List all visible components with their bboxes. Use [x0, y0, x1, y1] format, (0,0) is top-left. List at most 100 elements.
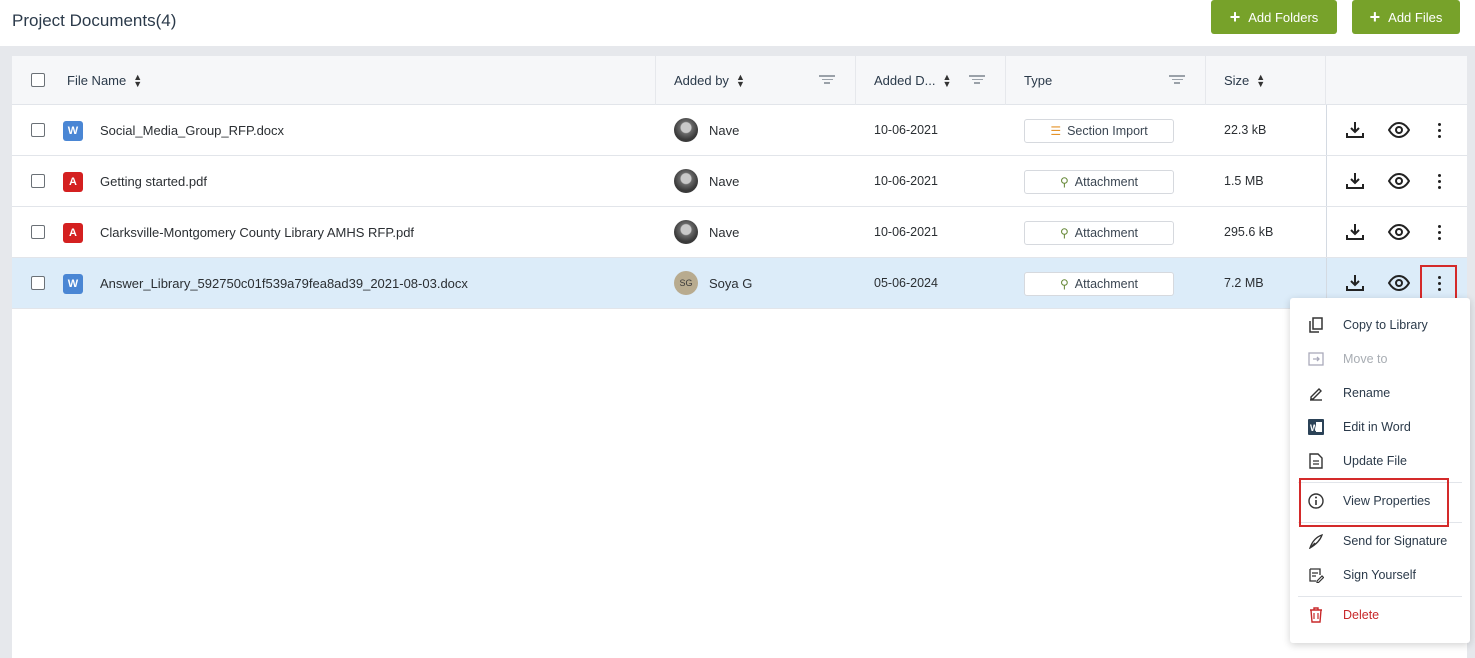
copy-icon: [1308, 317, 1324, 333]
column-divider: [1325, 56, 1326, 105]
actions-divider: [1326, 156, 1327, 206]
word-icon: W: [1308, 419, 1324, 435]
column-header-added-date[interactable]: Added D... ▲ ▼: [874, 56, 951, 105]
row-checkbox[interactable]: [31, 276, 45, 290]
actions-divider: [1326, 207, 1327, 257]
documents-table: File Name ▲ ▼ Added by ▲ ▼ Added D... ▲ ▼ T…: [12, 56, 1467, 658]
word-file-icon: W: [63, 121, 83, 141]
avatar: SG: [674, 271, 698, 295]
context-menu: Copy to Library Move to Rename W Edit in…: [1290, 298, 1470, 643]
download-icon[interactable]: [1343, 271, 1367, 295]
column-label: Added D...: [874, 73, 936, 88]
move-icon: [1308, 351, 1324, 367]
menu-item-label: Send for Signature: [1343, 534, 1448, 548]
avatar: [674, 220, 698, 244]
table-header: File Name ▲ ▼ Added by ▲ ▼ Added D... ▲ ▼ T…: [12, 56, 1467, 105]
select-all-checkbox[interactable]: [31, 73, 45, 87]
paperclip-icon: ⚲: [1059, 226, 1069, 240]
added-date: 10-06-2021: [874, 123, 938, 137]
column-label: Type: [1024, 73, 1053, 88]
actions-divider: [1326, 105, 1327, 155]
table-row[interactable]: W Social_Media_Group_RFP.docx Nave 10-06…: [12, 105, 1467, 156]
menu-item-label: Delete: [1343, 608, 1380, 622]
column-divider: [1005, 56, 1006, 105]
type-label: Attachment: [1074, 175, 1139, 189]
row-checkbox[interactable]: [31, 225, 45, 239]
filter-icon[interactable]: [1169, 73, 1185, 87]
menu-item-sign-yourself[interactable]: Sign Yourself: [1290, 560, 1470, 590]
column-divider: [855, 56, 856, 105]
pdf-file-icon: A: [63, 172, 83, 192]
column-label: File Name: [67, 73, 127, 88]
column-label: Added by: [674, 73, 729, 88]
eye-icon[interactable]: [1387, 271, 1411, 295]
menu-item-edit-in-word[interactable]: W Edit in Word: [1290, 412, 1470, 442]
download-icon[interactable]: [1343, 220, 1367, 244]
menu-item-label: Rename: [1343, 386, 1391, 400]
add-folders-button[interactable]: + Add Folders: [1211, 0, 1337, 34]
add-files-button[interactable]: + Add Files: [1352, 0, 1460, 34]
more-options-icon[interactable]: [1427, 220, 1451, 244]
column-header-size[interactable]: Size ▲ ▼: [1224, 56, 1265, 105]
add-folders-label: Add Folders: [1248, 9, 1319, 25]
eye-icon[interactable]: [1387, 169, 1411, 193]
column-divider: [1205, 56, 1206, 105]
more-options-icon[interactable]: [1427, 169, 1451, 193]
column-header-added-by[interactable]: Added by ▲ ▼: [674, 56, 745, 105]
menu-item-rename[interactable]: Rename: [1290, 378, 1470, 408]
sort-icon[interactable]: ▲ ▼: [1256, 72, 1265, 88]
file-size: 7.2 MB: [1224, 276, 1264, 290]
file-name[interactable]: Social_Media_Group_RFP.docx: [100, 105, 284, 155]
table-row[interactable]: A Getting started.pdf Nave 10-06-2021 ⚲ …: [12, 156, 1467, 207]
trash-icon: [1308, 607, 1324, 623]
page-title: Project Documents(4): [12, 11, 177, 30]
type-badge: ⚲ Attachment: [1024, 170, 1174, 194]
plus-icon: +: [1229, 7, 1241, 27]
word-file-icon: W: [63, 274, 83, 294]
pdf-file-icon: A: [63, 223, 83, 243]
type-badge: ☰ Section Import: [1024, 119, 1174, 143]
plus-icon: +: [1369, 7, 1381, 27]
menu-item-label: Update File: [1343, 454, 1407, 468]
file-name[interactable]: Answer_Library_592750c01f539a79fea8ad39_…: [100, 258, 468, 308]
menu-item-copy-to-library[interactable]: Copy to Library: [1290, 310, 1470, 340]
type-label: Attachment: [1074, 226, 1139, 240]
menu-item-label: Move to: [1343, 352, 1388, 366]
menu-item-delete[interactable]: Delete: [1290, 600, 1470, 630]
added-by: Nave: [709, 224, 740, 240]
type-label: Section Import: [1067, 124, 1148, 138]
filter-icon[interactable]: [819, 73, 835, 87]
menu-item-update-file[interactable]: Update File: [1290, 446, 1470, 476]
download-icon[interactable]: [1343, 169, 1367, 193]
type-badge: ⚲ Attachment: [1024, 221, 1174, 245]
sort-icon[interactable]: ▲ ▼: [133, 72, 142, 88]
section-import-icon: ☰: [1050, 124, 1062, 138]
row-checkbox[interactable]: [31, 174, 45, 188]
top-bar: Project Documents(4) + Add Folders + Add…: [0, 0, 1475, 46]
added-by: Nave: [709, 173, 740, 189]
file-name[interactable]: Getting started.pdf: [100, 156, 207, 206]
column-label: Size: [1224, 73, 1250, 88]
view-properties-highlight: [1299, 478, 1449, 527]
filter-icon[interactable]: [969, 73, 985, 87]
sort-icon[interactable]: ▲ ▼: [942, 72, 951, 88]
row-checkbox[interactable]: [31, 123, 45, 137]
file-size: 1.5 MB: [1224, 174, 1264, 188]
sort-icon[interactable]: ▲ ▼: [736, 72, 745, 88]
eye-icon[interactable]: [1387, 118, 1411, 142]
more-options-icon[interactable]: [1427, 118, 1451, 142]
column-header-type[interactable]: Type: [1024, 56, 1052, 105]
added-by: Soya G: [709, 275, 753, 291]
eye-icon[interactable]: [1387, 220, 1411, 244]
menu-item-send-for-signature[interactable]: Send for Signature: [1290, 526, 1470, 556]
file-name[interactable]: Clarksville-Montgomery County Library AM…: [100, 207, 414, 257]
pencil-icon: [1308, 385, 1324, 401]
table-row-selected[interactable]: W Answer_Library_592750c01f539a79fea8ad3…: [12, 258, 1467, 309]
file-size: 22.3 kB: [1224, 123, 1267, 137]
added-date: 10-06-2021: [874, 225, 938, 239]
column-header-file-name[interactable]: File Name ▲ ▼: [67, 56, 142, 105]
download-icon[interactable]: [1343, 118, 1367, 142]
table-row[interactable]: A Clarksville-Montgomery County Library …: [12, 207, 1467, 258]
type-badge: ⚲ Attachment: [1024, 272, 1174, 296]
add-files-label: Add Files: [1388, 9, 1443, 25]
